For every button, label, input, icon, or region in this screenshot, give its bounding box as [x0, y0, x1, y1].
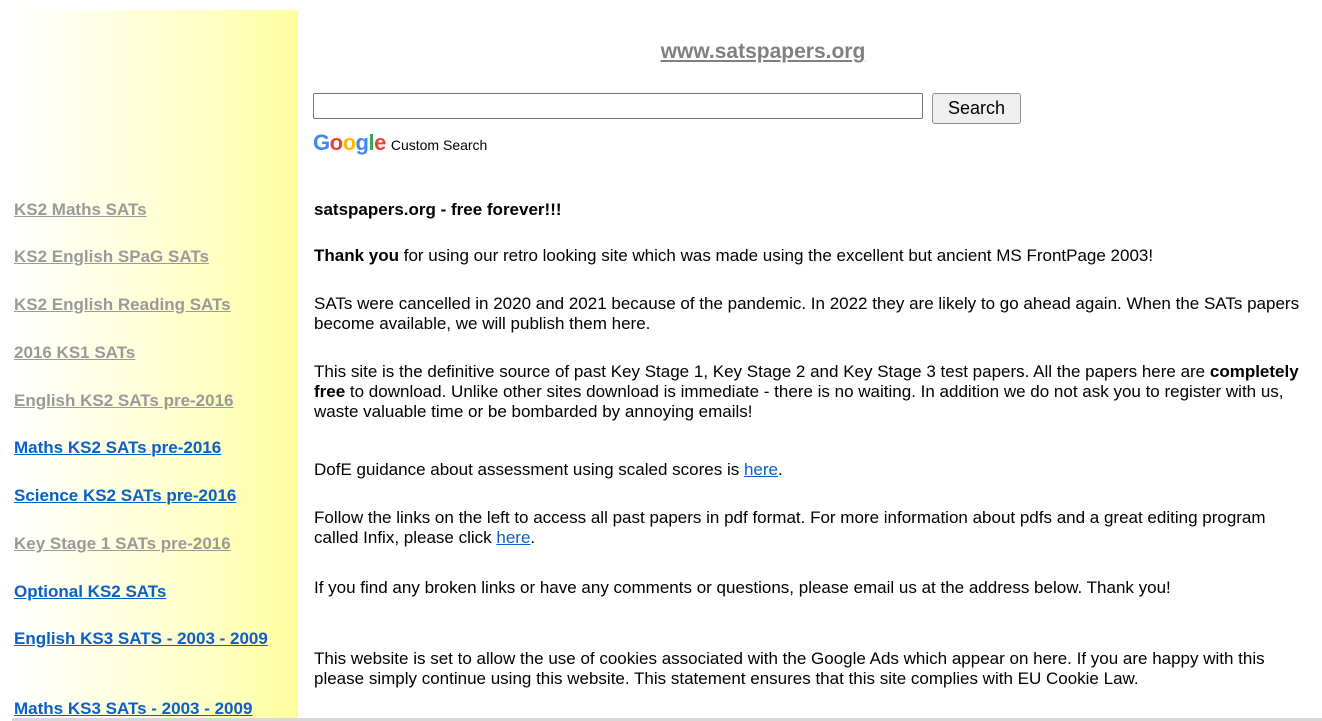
- broken-links-paragraph: If you find any broken links or have any…: [314, 578, 1171, 597]
- sidebar-item-science-ks2-pre-2016[interactable]: Science KS2 SATs pre-2016: [14, 486, 294, 506]
- search-button[interactable]: Search: [932, 93, 1021, 124]
- sidebar-item-maths-ks3-sats[interactable]: Maths KS3 SATs - 2003 - 2009: [14, 699, 294, 719]
- site-title-link[interactable]: www.satspapers.org: [313, 40, 1213, 64]
- search-input[interactable]: [313, 93, 923, 119]
- google-custom-search-brand: Google Custom Search: [313, 130, 487, 156]
- tagline: satspapers.org - free forever!!!: [314, 200, 562, 219]
- custom-search-caption: Custom Search: [390, 136, 488, 153]
- follow-links-paragraph: Follow the links on the left to access a…: [314, 508, 1266, 547]
- infix-here-link[interactable]: here: [496, 528, 530, 547]
- dofe-paragraph: DofE guidance about assessment using sca…: [314, 460, 783, 479]
- dofe-here-link[interactable]: here: [744, 460, 778, 479]
- cancelled-paragraph: SATs were cancelled in 2020 and 2021 bec…: [314, 294, 1300, 333]
- sidebar-item-2016-ks1-sats[interactable]: 2016 KS1 SATs: [14, 343, 294, 363]
- sidebar-item-key-stage-1-pre-2016[interactable]: Key Stage 1 SATs pre-2016: [14, 534, 294, 554]
- thank-you-paragraph: Thank you for using our retro looking si…: [314, 246, 1154, 265]
- cookie-notice-paragraph: This website is set to allow the use of …: [314, 649, 1265, 688]
- sidebar-item-ks2-english-reading-sats[interactable]: KS2 English Reading SATs: [14, 295, 294, 315]
- sidebar-item-english-ks2-pre-2016[interactable]: English KS2 SATs pre-2016: [14, 391, 294, 411]
- google-logo: Google: [313, 130, 386, 155]
- sidebar-item-ks2-maths-sats[interactable]: KS2 Maths SATs: [14, 200, 294, 220]
- sidebar-nav: KS2 Maths SATs KS2 English SPaG SATs KS2…: [12, 10, 298, 721]
- sidebar-item-optional-ks2-sats[interactable]: Optional KS2 SATs: [14, 582, 294, 602]
- sidebar-item-english-ks3-sats[interactable]: English KS3 SATS - 2003 - 2009: [14, 629, 276, 649]
- definitive-source-paragraph: This site is the definitive source of pa…: [314, 362, 1299, 421]
- sidebar-item-maths-ks2-pre-2016[interactable]: Maths KS2 SATs pre-2016: [14, 438, 294, 458]
- sidebar-item-ks2-english-spag-sats[interactable]: KS2 English SPaG SATs: [14, 247, 294, 267]
